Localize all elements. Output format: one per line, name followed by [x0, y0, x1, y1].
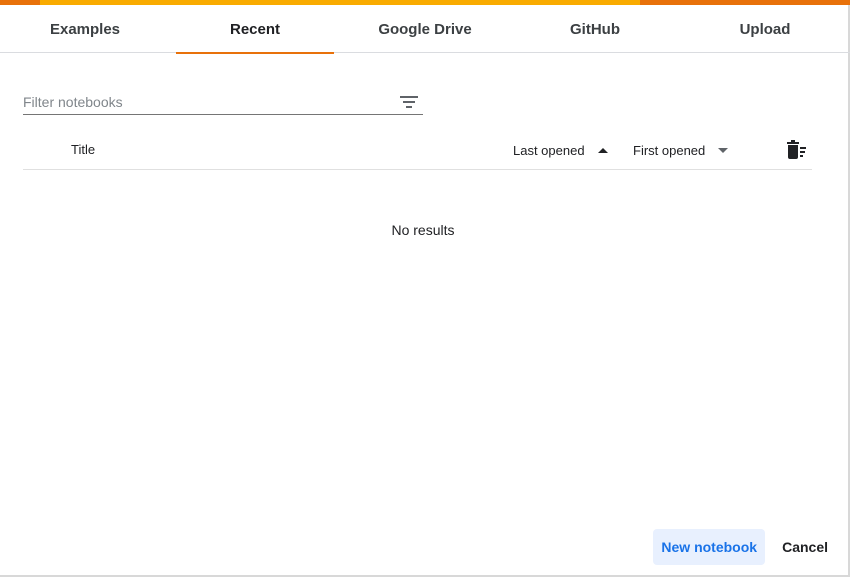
- column-first-opened[interactable]: First opened: [633, 140, 729, 160]
- open-notebook-dialog: Examples Recent Google Drive GitHub Uplo…: [0, 0, 850, 577]
- column-first-opened-label: First opened: [633, 142, 706, 158]
- table-header: Title Last opened First opened: [23, 130, 812, 170]
- tab-examples[interactable]: Examples: [0, 5, 170, 53]
- filter-list-icon[interactable]: [397, 90, 421, 114]
- column-title[interactable]: Title: [71, 142, 95, 157]
- column-last-opened-label: Last opened: [513, 142, 585, 158]
- dialog-footer: New notebook Cancel: [653, 529, 836, 565]
- sort-ascending-icon: [597, 148, 608, 153]
- cancel-button[interactable]: Cancel: [774, 529, 836, 565]
- filter-field: [23, 90, 423, 115]
- tab-github[interactable]: GitHub: [510, 5, 680, 53]
- column-last-opened[interactable]: Last opened: [513, 140, 609, 160]
- filter-input[interactable]: [23, 91, 397, 113]
- sort-descending-icon: [718, 148, 729, 153]
- empty-results-message: No results: [391, 222, 455, 238]
- tab-upload[interactable]: Upload: [680, 5, 850, 53]
- delete-sweep-icon[interactable]: [785, 138, 809, 162]
- tab-google-drive[interactable]: Google Drive: [340, 5, 510, 53]
- new-notebook-button[interactable]: New notebook: [653, 529, 766, 565]
- tab-bar: Examples Recent Google Drive GitHub Uplo…: [0, 5, 850, 54]
- tab-recent[interactable]: Recent: [170, 5, 340, 54]
